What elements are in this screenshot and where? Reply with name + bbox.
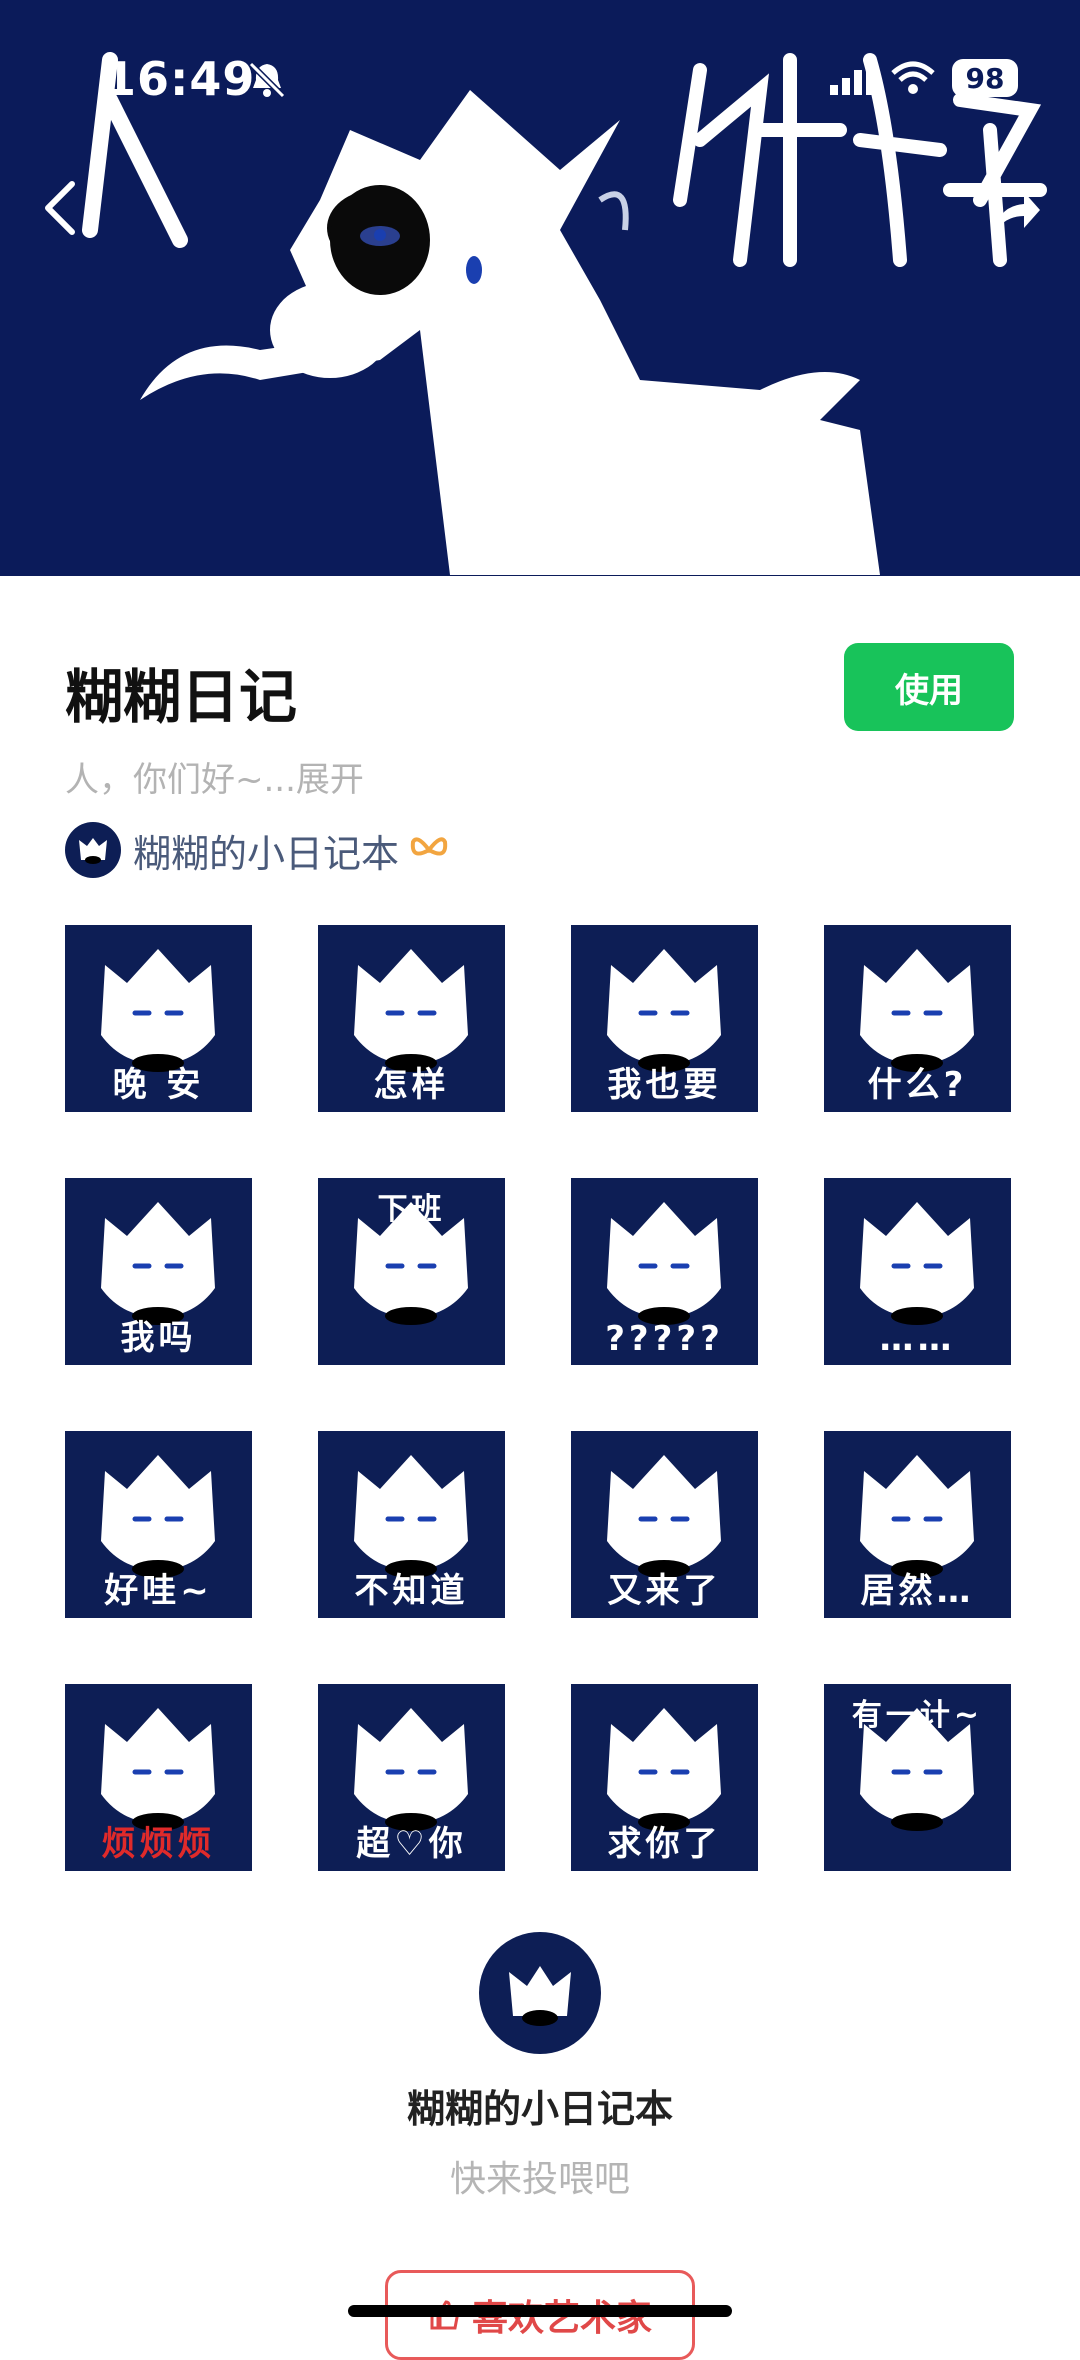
sticker-item[interactable]: 什么? <box>824 925 1011 1112</box>
wifi-icon <box>891 61 935 94</box>
sticker-caption: 我也要 <box>607 1065 722 1105</box>
sticker-caption: 求你了 <box>607 1824 722 1864</box>
signal-icon <box>830 61 874 95</box>
sticker-caption: 我吗 <box>120 1318 197 1358</box>
sticker-item[interactable]: 烦烦烦 <box>65 1684 252 1871</box>
sticker-item[interactable]: 不知道 <box>318 1431 505 1618</box>
sticker-item[interactable]: 求你了 <box>571 1684 758 1871</box>
sticker-caption: 居然… <box>860 1571 975 1611</box>
sticker-caption: 不知道 <box>354 1571 469 1611</box>
artist-avatar[interactable] <box>479 1932 601 2054</box>
sticker-item[interactable]: 怎样 <box>318 925 505 1112</box>
sticker-item[interactable]: 又来了 <box>571 1431 758 1618</box>
sticker-item[interactable]: 超♡你 <box>318 1684 505 1871</box>
sticker-item[interactable]: ????? <box>571 1178 758 1365</box>
author-link[interactable]: 糊糊的小日记本 <box>65 822 449 878</box>
share-icon[interactable] <box>990 186 1042 238</box>
artist-subtitle: 快来投喂吧 <box>449 2159 630 2200</box>
battery-indicator: 98 <box>952 59 1018 97</box>
sticker-top-caption: 有一计~ <box>851 1698 984 1733</box>
back-icon[interactable] <box>40 180 80 236</box>
sticker-caption: 烦烦烦 <box>101 1824 216 1864</box>
system-indicators: 98 <box>830 56 1018 100</box>
sticker-caption: 好哇~ <box>104 1571 213 1611</box>
silent-bell-icon <box>248 61 286 99</box>
status-bar: 16:49 98 <box>0 0 1080 150</box>
sticker-caption: 晚 安 <box>112 1065 205 1105</box>
sticker-item[interactable]: 我吗 <box>65 1178 252 1365</box>
sticker-caption: 什么? <box>867 1065 968 1105</box>
sticker-caption: ????? <box>605 1319 724 1359</box>
sticker-item[interactable]: 我也要 <box>571 925 758 1112</box>
author-avatar <box>65 822 121 878</box>
sticker-item[interactable]: 居然… <box>824 1431 1011 1618</box>
pack-description[interactable]: 人，你们好~...展开 <box>65 752 364 801</box>
pack-title: 糊糊日记 <box>65 663 298 731</box>
status-time: 16:49 <box>104 52 256 106</box>
author-name: 糊糊的小日记本 <box>133 831 400 876</box>
sticker-caption: 又来了 <box>607 1571 722 1611</box>
sticker-grid: 晚 安 怎样 我也要 什么? 我吗 下班????? …… 好哇~ 不知道 又来了 居然… 烦烦烦 超♡你… <box>65 925 1015 1871</box>
sticker-item[interactable]: …… <box>824 1178 1011 1365</box>
sticker-caption: 超♡你 <box>356 1824 467 1864</box>
sticker-caption: 怎样 <box>373 1065 450 1105</box>
sticker-item[interactable]: 有一计~ <box>824 1684 1011 1871</box>
home-indicator <box>348 2305 732 2317</box>
sticker-caption: …… <box>879 1319 956 1359</box>
ribbon-badge-icon <box>410 837 448 856</box>
use-button[interactable]: 使用 <box>844 643 1014 731</box>
sticker-item[interactable]: 晚 安 <box>65 925 252 1112</box>
sticker-item[interactable]: 下班 <box>318 1178 505 1365</box>
artist-name: 糊糊的小日记本 <box>406 2087 673 2131</box>
sticker-top-caption: 下班 <box>377 1192 446 1227</box>
sticker-item[interactable]: 好哇~ <box>65 1431 252 1618</box>
